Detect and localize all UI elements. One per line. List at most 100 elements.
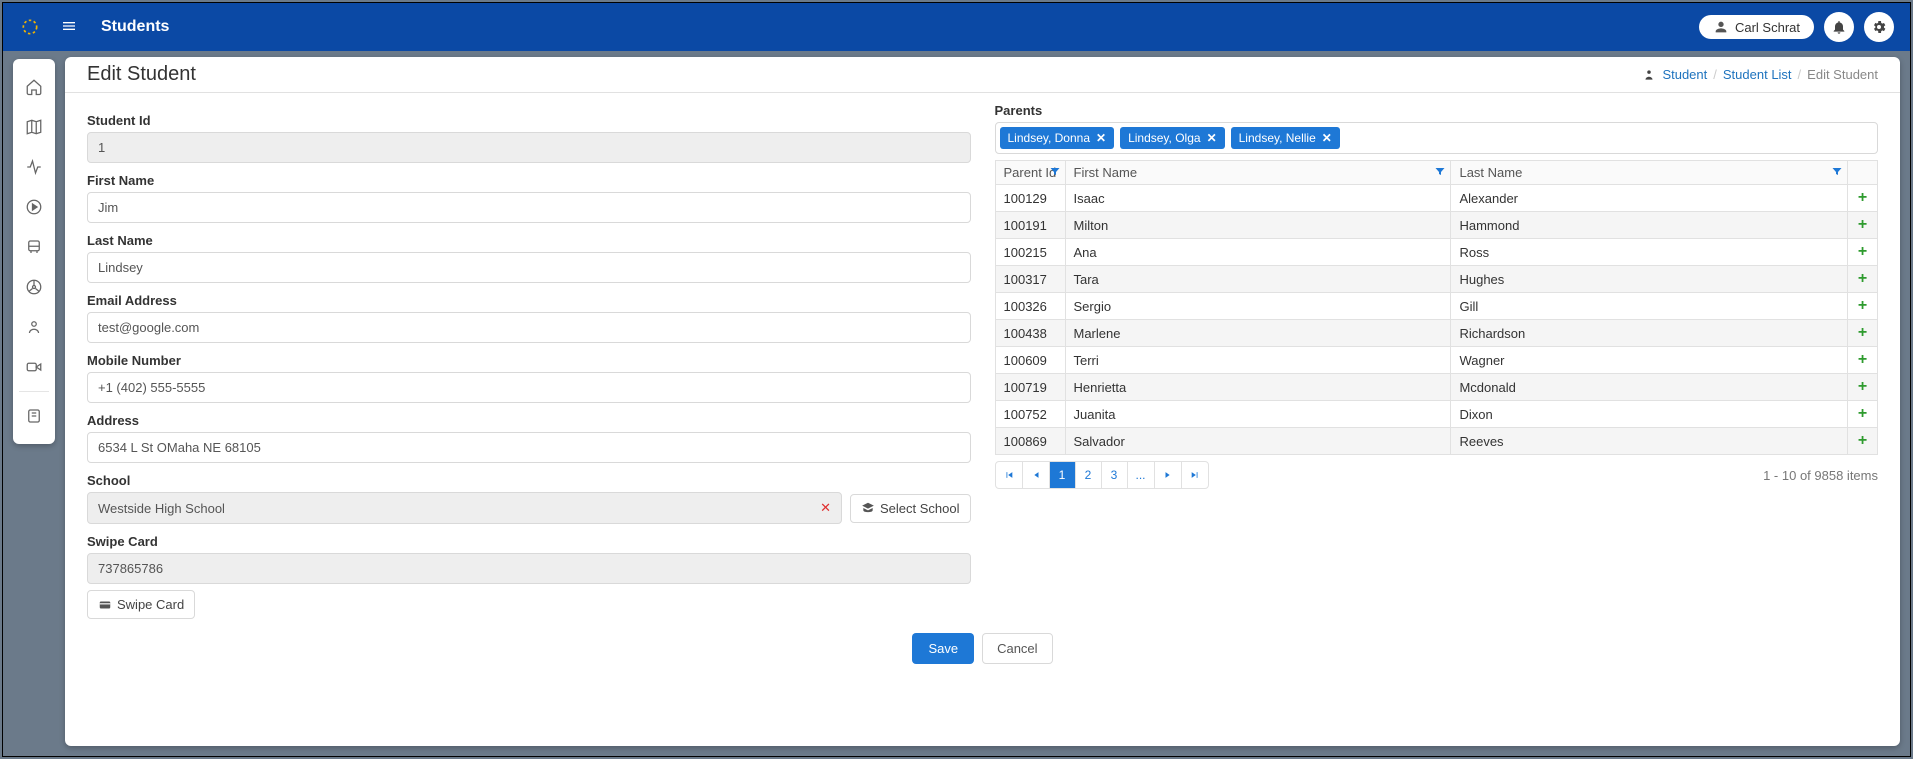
cell-parent-id: 100609: [995, 347, 1065, 374]
nav-map[interactable]: [13, 107, 55, 147]
cell-parent-id: 100752: [995, 401, 1065, 428]
add-parent-button[interactable]: +: [1856, 324, 1869, 342]
add-parent-button[interactable]: +: [1856, 216, 1869, 234]
nav-bus[interactable]: [13, 227, 55, 267]
save-button[interactable]: Save: [912, 633, 974, 664]
last-name-field[interactable]: [87, 252, 971, 283]
sidebar-divider: [19, 391, 48, 392]
cell-first-name: Isaac: [1065, 185, 1451, 212]
table-row: 100609TerriWagner+: [995, 347, 1878, 374]
cell-last-name: Wagner: [1451, 347, 1848, 374]
school-field: Westside High School ✕: [87, 492, 842, 524]
table-row: 100129IsaacAlexander +: [995, 185, 1878, 212]
nav-video[interactable]: [13, 347, 55, 387]
remove-tag-icon[interactable]: ✕: [1322, 131, 1332, 145]
sidebar: [13, 59, 55, 444]
swipe-card-button[interactable]: Swipe Card: [87, 590, 195, 619]
pager-first[interactable]: [996, 462, 1023, 488]
table-row: 100215AnaRoss+: [995, 239, 1878, 266]
col-parent-id[interactable]: Parent Id: [995, 161, 1065, 185]
add-parent-button[interactable]: +: [1856, 378, 1869, 396]
pager-page-2[interactable]: 2: [1076, 462, 1102, 488]
nav-reports[interactable]: [13, 396, 55, 436]
bus-icon: [25, 238, 43, 256]
nav-activity[interactable]: [13, 147, 55, 187]
play-circle-icon: [25, 198, 43, 216]
remove-tag-icon[interactable]: ✕: [1207, 131, 1217, 145]
cell-parent-id: 100719: [995, 374, 1065, 401]
cell-last-name: Alexander: [1451, 185, 1848, 212]
table-row: 100317TaraHughes+: [995, 266, 1878, 293]
cell-last-name: Hammond: [1451, 212, 1848, 239]
cell-parent-id: 100326: [995, 293, 1065, 320]
add-parent-button[interactable]: +: [1856, 189, 1869, 207]
label-school: School: [87, 473, 971, 488]
nav-driver[interactable]: [13, 267, 55, 307]
filter-icon[interactable]: [1831, 165, 1843, 180]
pager-last[interactable]: [1182, 462, 1208, 488]
add-parent-button[interactable]: +: [1856, 432, 1869, 450]
parent-tag[interactable]: Lindsey, Nellie ✕: [1231, 127, 1340, 149]
user-menu[interactable]: Carl Schrat: [1699, 15, 1814, 39]
col-last-name[interactable]: Last Name: [1451, 161, 1848, 185]
cell-parent-id: 100129: [995, 185, 1065, 212]
email-field[interactable]: [87, 312, 971, 343]
table-row: 100752JuanitaDixon+: [995, 401, 1878, 428]
cell-last-name: Dixon: [1451, 401, 1848, 428]
cell-parent-id: 100438: [995, 320, 1065, 347]
filter-icon[interactable]: [1434, 165, 1446, 180]
add-parent-button[interactable]: +: [1856, 270, 1869, 288]
form-column: Student Id First Name Last Name Email Ad…: [87, 103, 971, 619]
nav-home[interactable]: [13, 67, 55, 107]
label-email: Email Address: [87, 293, 971, 308]
clear-school-icon[interactable]: ✕: [820, 500, 831, 516]
school-icon: [861, 501, 875, 515]
user-name: Carl Schrat: [1735, 20, 1800, 35]
add-parent-button[interactable]: +: [1856, 405, 1869, 423]
card-header: Edit Student Student / Student List / Ed…: [65, 57, 1900, 93]
cancel-button[interactable]: Cancel: [982, 633, 1052, 664]
parents-selected-tags[interactable]: Lindsey, Donna ✕ Lindsey, Olga ✕ Lindsey…: [995, 122, 1879, 154]
address-field[interactable]: [87, 432, 971, 463]
cell-last-name: Ross: [1451, 239, 1848, 266]
notifications-button[interactable]: [1824, 12, 1854, 42]
pager-next[interactable]: [1155, 462, 1182, 488]
breadcrumb-list[interactable]: Student List: [1723, 67, 1792, 82]
cell-last-name: Mcdonald: [1451, 374, 1848, 401]
nav-student[interactable]: [13, 307, 55, 347]
parent-tag[interactable]: Lindsey, Olga ✕: [1120, 127, 1225, 149]
cell-parent-id: 100191: [995, 212, 1065, 239]
mobile-field[interactable]: [87, 372, 971, 403]
book-icon: [25, 407, 43, 425]
activity-icon: [25, 158, 43, 176]
nav-play[interactable]: [13, 187, 55, 227]
table-row: 100869SalvadorReeves+: [995, 428, 1878, 455]
breadcrumb-root[interactable]: Student: [1662, 67, 1707, 82]
add-parent-button[interactable]: +: [1856, 297, 1869, 315]
cell-last-name: Gill: [1451, 293, 1848, 320]
student-icon: [25, 318, 43, 336]
add-parent-button[interactable]: +: [1856, 351, 1869, 369]
cell-first-name: Henrietta: [1065, 374, 1451, 401]
school-value: Westside High School: [98, 501, 225, 516]
pager-page-1[interactable]: 1: [1050, 462, 1076, 488]
filter-icon[interactable]: [1049, 165, 1061, 180]
pager-page-3[interactable]: 3: [1102, 462, 1128, 488]
first-name-field[interactable]: [87, 192, 971, 223]
parent-tag[interactable]: Lindsey, Donna ✕: [1000, 127, 1115, 149]
cell-last-name: Richardson: [1451, 320, 1848, 347]
pager-ellipsis[interactable]: ...: [1128, 462, 1155, 488]
student-id-field: [87, 132, 971, 163]
settings-button[interactable]: [1864, 12, 1894, 42]
header-title: Students: [101, 18, 169, 36]
menu-toggle-icon[interactable]: [61, 18, 77, 37]
app-logo-icon: [19, 16, 41, 38]
bell-icon: [1831, 19, 1847, 35]
add-parent-button[interactable]: +: [1856, 243, 1869, 261]
select-school-button[interactable]: Select School: [850, 494, 971, 523]
table-row: 100719HenriettaMcdonald +: [995, 374, 1878, 401]
col-first-name[interactable]: First Name: [1065, 161, 1451, 185]
remove-tag-icon[interactable]: ✕: [1096, 131, 1106, 145]
label-first-name: First Name: [87, 173, 971, 188]
pager-prev[interactable]: [1023, 462, 1050, 488]
